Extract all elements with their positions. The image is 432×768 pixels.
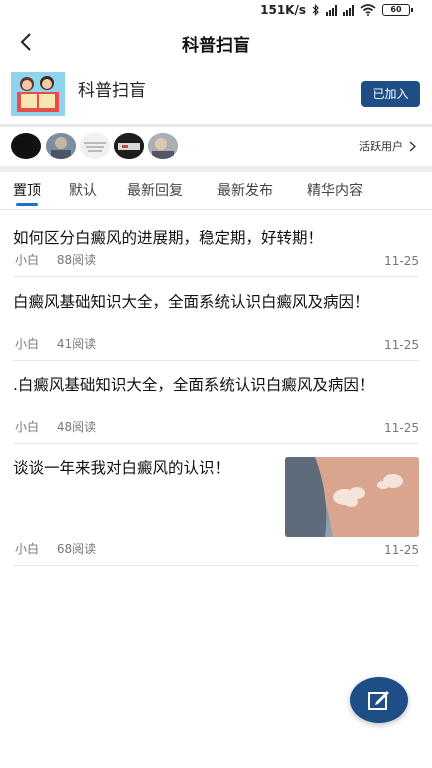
post-item[interactable]: 白癜风基础知识大全，全面系统认识白癜风及病因！ 小白 41阅读 11-25 [13, 291, 419, 361]
post-meta: 小白 88阅读 [15, 251, 110, 268]
navigation-bar: 科普扫盲 [0, 22, 432, 62]
post-author: 小白 [15, 253, 40, 267]
post-title: 如何区分白癜风的进展期，稳定期，好转期！ [13, 229, 324, 247]
signal-icon-2 [343, 4, 354, 16]
post-date: 11-25 [384, 543, 419, 557]
avatar[interactable] [114, 133, 144, 159]
tab-pinned[interactable]: 置顶 [13, 180, 41, 200]
joined-button[interactable]: 已加入 [361, 81, 420, 107]
active-users-link[interactable]: 活跃用户 [359, 138, 416, 154]
edit-icon [368, 691, 389, 710]
bluetooth-icon [312, 4, 319, 16]
active-users-label: 活跃用户 [359, 140, 403, 153]
tab-latest-post[interactable]: 最新发布 [217, 180, 273, 200]
avatar[interactable] [80, 133, 110, 159]
post-title: 谈谈一年来我对白癜风的认识！ [13, 459, 231, 477]
group-header: 科普扫盲 已加入 [0, 64, 432, 124]
post-title: 白癜风基础知识大全，全面系统认识白癜风及病因！ [13, 293, 370, 311]
post-thumbnail [285, 457, 419, 537]
network-speed: 151K/s [260, 3, 306, 17]
post-author: 小白 [15, 420, 40, 434]
post-meta: 小白 41阅读 [15, 335, 110, 352]
battery-icon: 60 [382, 4, 413, 16]
tab-featured[interactable]: 精华内容 [307, 180, 363, 200]
post-reads: 48阅读 [56, 420, 97, 434]
post-author: 小白 [15, 542, 40, 556]
post-item[interactable]: 谈谈一年来我对白癜风的认识！ 小白 68阅读 11-25 [13, 444, 419, 566]
group-name: 科普扫盲 [78, 81, 146, 101]
post-item[interactable]: 如何区分白癜风的进展期，稳定期，好转期！ 小白 88阅读 11-25 [13, 227, 419, 277]
post-item[interactable]: .白癜风基础知识大全，全面系统认识白癜风及病因！ 小白 48阅读 11-25 [13, 374, 419, 444]
post-meta: 小白 68阅读 [15, 540, 110, 557]
chevron-right-icon [409, 140, 416, 152]
tab-default[interactable]: 默认 [69, 180, 97, 200]
post-reads: 68阅读 [56, 542, 97, 556]
post-author: 小白 [15, 337, 40, 351]
post-date: 11-25 [384, 254, 419, 268]
page-title: 科普扫盲 [182, 36, 250, 56]
post-date: 11-25 [384, 421, 419, 435]
active-tab-indicator [16, 203, 38, 206]
avatar[interactable] [148, 133, 178, 159]
status-icons: 151K/s 60 [260, 3, 413, 17]
compose-button[interactable] [350, 677, 408, 723]
post-reads: 41阅读 [56, 337, 97, 351]
tab-bar: 置顶 默认 最新回复 最新发布 精华内容 [0, 172, 432, 210]
avatar[interactable] [11, 133, 41, 159]
post-date: 11-25 [384, 338, 419, 352]
group-cover-image [11, 72, 65, 116]
wifi-icon [360, 4, 376, 16]
post-reads: 88阅读 [56, 253, 97, 267]
signal-icon [326, 4, 337, 16]
post-title: .白癜风基础知识大全，全面系统认识白癜风及病因！ [13, 376, 375, 394]
avatar[interactable] [46, 133, 76, 159]
tab-latest-reply[interactable]: 最新回复 [127, 180, 183, 200]
active-users-row[interactable]: 活跃用户 [0, 127, 432, 167]
post-meta: 小白 48阅读 [15, 418, 110, 435]
status-bar: 151K/s 60 [0, 0, 432, 22]
